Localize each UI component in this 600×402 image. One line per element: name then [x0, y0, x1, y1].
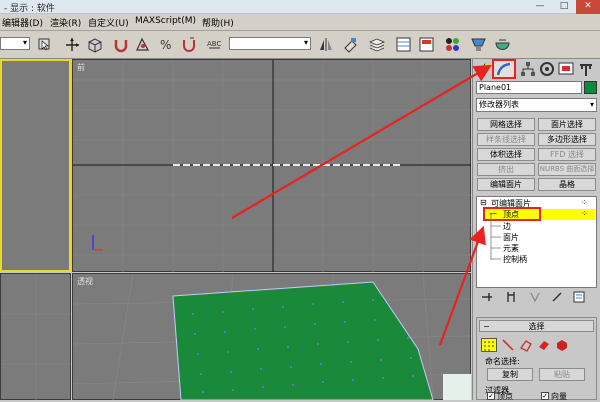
patch-select-button[interactable]: 面片选择 — [538, 118, 596, 131]
modifier-list-label: 修改器列表 — [479, 100, 519, 109]
menu-bar: 编辑器(D) 渲染(R) 自定义(U) MAXScript(M) 帮助(H) — [0, 14, 600, 31]
command-panel: Plane01 修改器列表 ▾ 网格选择 面片选择 样条线选择 多边形选择 体积… — [472, 59, 600, 401]
filter-vertex-label: 顶点 — [497, 392, 513, 401]
make-unique-icon[interactable] — [529, 291, 541, 303]
collapse-icon: − — [483, 322, 490, 331]
watermark-corner — [443, 374, 471, 400]
align-icon[interactable] — [342, 36, 359, 53]
rollout-title: 选择 — [528, 322, 545, 331]
object-name-field[interactable]: Plane01 — [476, 81, 582, 94]
selection-rollout: − 选择 命名选择: 复制 粘贴 过滤器 ✓ 顶点 ✓ 向量 — [476, 317, 597, 401]
stack-item-handle[interactable]: 控制柄 — [503, 254, 527, 265]
vertex-level-icon[interactable] — [481, 338, 497, 352]
menu-help[interactable]: 帮助(H) — [202, 16, 234, 29]
named-selection-dropdown[interactable]: ▾ — [229, 37, 311, 50]
tree-branch-lines — [490, 213, 501, 260]
stack-expand-icon[interactable]: ⊟ — [480, 198, 487, 207]
axis-gizmo-icon — [92, 235, 103, 251]
maximize-button[interactable]: □ — [552, 0, 576, 14]
render-setup-icon[interactable] — [470, 36, 487, 53]
pin-stack-icon[interactable] — [481, 291, 493, 303]
spinner-snap-icon[interactable] — [180, 36, 197, 53]
menu-customize[interactable]: 自定义(U) — [88, 16, 129, 29]
chevron-down-icon: ▾ — [303, 38, 308, 47]
edge-level-icon[interactable] — [501, 338, 515, 352]
mirror-icon[interactable] — [318, 36, 335, 53]
main-toolbar: ▾ % ABC ▾ — [0, 31, 600, 59]
lattice-button[interactable]: 晶格 — [538, 178, 596, 191]
patch-level-icon[interactable] — [519, 338, 533, 352]
remove-modifier-icon[interactable] — [551, 291, 563, 303]
snap-magnet-icon[interactable] — [112, 36, 129, 53]
move-icon[interactable] — [64, 36, 81, 53]
extrude-button[interactable]: 挤出 — [477, 163, 535, 176]
modifier-stack: ⊟ 可编辑面片 ⁘ — 顶点 ⁘ 边 面片 元素 控制柄 — [476, 196, 597, 288]
title-bar: - 显示 : 软件 — □ ✕ — [0, 0, 600, 14]
chevron-down-icon: ▾ — [22, 38, 27, 47]
chevron-down-icon: ▾ — [589, 100, 594, 109]
curve-editor-icon[interactable] — [395, 36, 412, 53]
percent-snap-icon[interactable]: % — [158, 36, 175, 53]
viewport-front[interactable]: 前 — [72, 59, 471, 272]
menu-editors[interactable]: 编辑器(D) — [2, 16, 43, 29]
poly-select-button[interactable]: 多边形选择 — [538, 133, 596, 146]
menu-maxscript[interactable]: MAXScript(M) — [135, 16, 196, 26]
svg-text:%: % — [160, 38, 171, 52]
modifier-list-dropdown[interactable]: 修改器列表 ▾ — [476, 98, 597, 112]
filter-vertex-checkbox[interactable]: ✓ — [487, 392, 495, 400]
vertex-dots-icon: ⁘ — [581, 198, 588, 207]
show-end-result-icon[interactable] — [505, 291, 517, 303]
handle-level-icon[interactable] — [555, 338, 569, 352]
svg-text:ABC: ABC — [207, 40, 221, 48]
close-button[interactable]: ✕ — [576, 0, 600, 14]
copy-button[interactable]: 复制 — [487, 368, 533, 381]
stack-item-vertex[interactable]: 顶点 — [503, 209, 519, 220]
angle-snap-icon[interactable] — [134, 36, 151, 53]
mesh-select-button[interactable]: 网格选择 — [477, 118, 535, 131]
viewport-bottom-left[interactable] — [0, 273, 71, 400]
filter-vector-checkbox[interactable]: ✓ — [541, 392, 549, 400]
material-editor-icon[interactable] — [444, 36, 461, 53]
display-tab-icon[interactable] — [558, 61, 574, 77]
minimize-button[interactable]: — — [528, 0, 552, 14]
hierarchy-tab-icon[interactable] — [520, 61, 536, 77]
stack-item-element[interactable]: 元素 — [503, 243, 519, 254]
vol-select-button[interactable]: 体积选择 — [477, 148, 535, 161]
paste-button[interactable]: 粘贴 — [539, 368, 585, 381]
menu-render[interactable]: 渲染(R) — [50, 16, 81, 29]
motion-tab-icon[interactable] — [539, 61, 555, 77]
stack-item-patch[interactable]: 面片 — [503, 232, 519, 243]
viewport-top-left[interactable] — [0, 59, 71, 272]
viewport-label-front[interactable]: 前 — [77, 62, 85, 73]
window-title: - 显示 : 软件 — [4, 4, 55, 14]
ffd-select-button[interactable]: FFD 选择 — [538, 148, 596, 161]
modify-tab-icon[interactable] — [492, 59, 516, 79]
spline-select-button[interactable]: 样条线选择 — [477, 133, 535, 146]
edit-patch-button[interactable]: 编辑面片 — [477, 178, 535, 191]
schematic-view-icon[interactable] — [418, 36, 435, 53]
rotate-cube-icon[interactable] — [86, 36, 103, 53]
layer-manager-icon[interactable] — [368, 36, 386, 53]
create-tab-icon[interactable] — [475, 61, 491, 77]
element-level-icon[interactable] — [537, 338, 551, 352]
viewport-label-perspective[interactable]: 透视 — [77, 276, 93, 287]
object-color-swatch[interactable] — [584, 81, 597, 94]
edit-named-selection-icon[interactable]: ABC — [206, 36, 223, 53]
quick-render-icon[interactable] — [494, 36, 511, 53]
named-selection-label: 命名选择: — [485, 357, 520, 366]
utilities-tab-icon[interactable] — [578, 61, 594, 77]
nurbs-surface-select-button[interactable]: NURBS 曲面选择 — [538, 163, 596, 176]
stack-item-edge[interactable]: 边 — [503, 221, 511, 232]
vertex-dots-icon: ⁘ — [581, 209, 588, 218]
select-object-icon[interactable] — [36, 36, 53, 53]
configure-sets-icon[interactable] — [573, 291, 585, 303]
rollout-header[interactable]: − 选择 — [479, 320, 594, 332]
selection-filter-dropdown[interactable]: ▾ — [0, 37, 30, 50]
viewport-perspective[interactable]: 透视 — [72, 273, 471, 400]
filter-vector-label: 向量 — [551, 392, 567, 401]
